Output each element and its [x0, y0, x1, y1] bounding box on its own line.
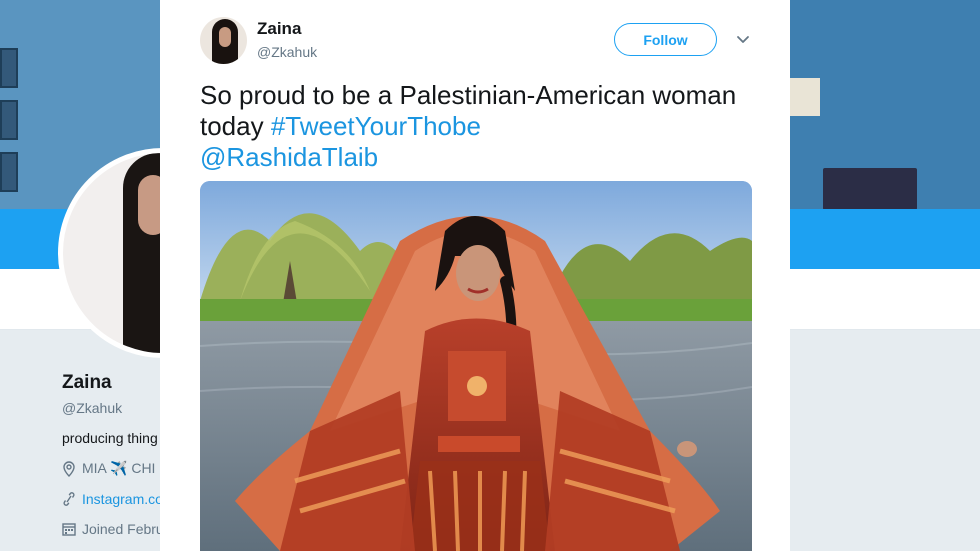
- profile-location-text: MIA ✈️ CHI: [82, 460, 156, 476]
- profile-name: Zaina: [62, 372, 112, 393]
- mention-link[interactable]: @RashidaTlaib: [200, 142, 378, 172]
- tweet-author-avatar[interactable]: [200, 17, 247, 64]
- tweet-text: So proud to be a Palestinian-American wo…: [200, 80, 760, 173]
- tweet-author-name[interactable]: Zaina: [257, 19, 301, 39]
- banner-paper: [790, 78, 820, 116]
- profile-card: Zaina @Zkahuk producing thing MIA ✈️ CHI…: [62, 372, 164, 537]
- profile-joined: Joined Febru: [62, 521, 164, 537]
- calendar-icon: [62, 523, 76, 536]
- profile-link[interactable]: Instagram.co: [62, 491, 164, 507]
- profile-handle: @Zkahuk: [62, 400, 123, 416]
- profile-location: MIA ✈️ CHI: [62, 460, 164, 477]
- tweet-author-handle[interactable]: @Zkahuk: [257, 44, 317, 60]
- tweet-photo[interactable]: [200, 181, 752, 551]
- profile-bio: producing thing: [62, 430, 158, 446]
- location-pin-icon: [63, 460, 75, 477]
- follow-button[interactable]: Follow: [614, 23, 717, 56]
- chevron-down-icon[interactable]: [735, 33, 751, 47]
- hashtag-link[interactable]: #TweetYourThobe: [271, 111, 481, 141]
- tweet-modal: Zaina @Zkahuk Follow So proud to be a Pa…: [160, 0, 790, 551]
- banner-monitor: [823, 168, 917, 210]
- profile-joined-text: Joined Febru: [82, 521, 164, 537]
- profile-link-text[interactable]: Instagram.co: [82, 491, 163, 507]
- link-icon: [63, 492, 75, 506]
- tweet-photo-image: [200, 181, 752, 551]
